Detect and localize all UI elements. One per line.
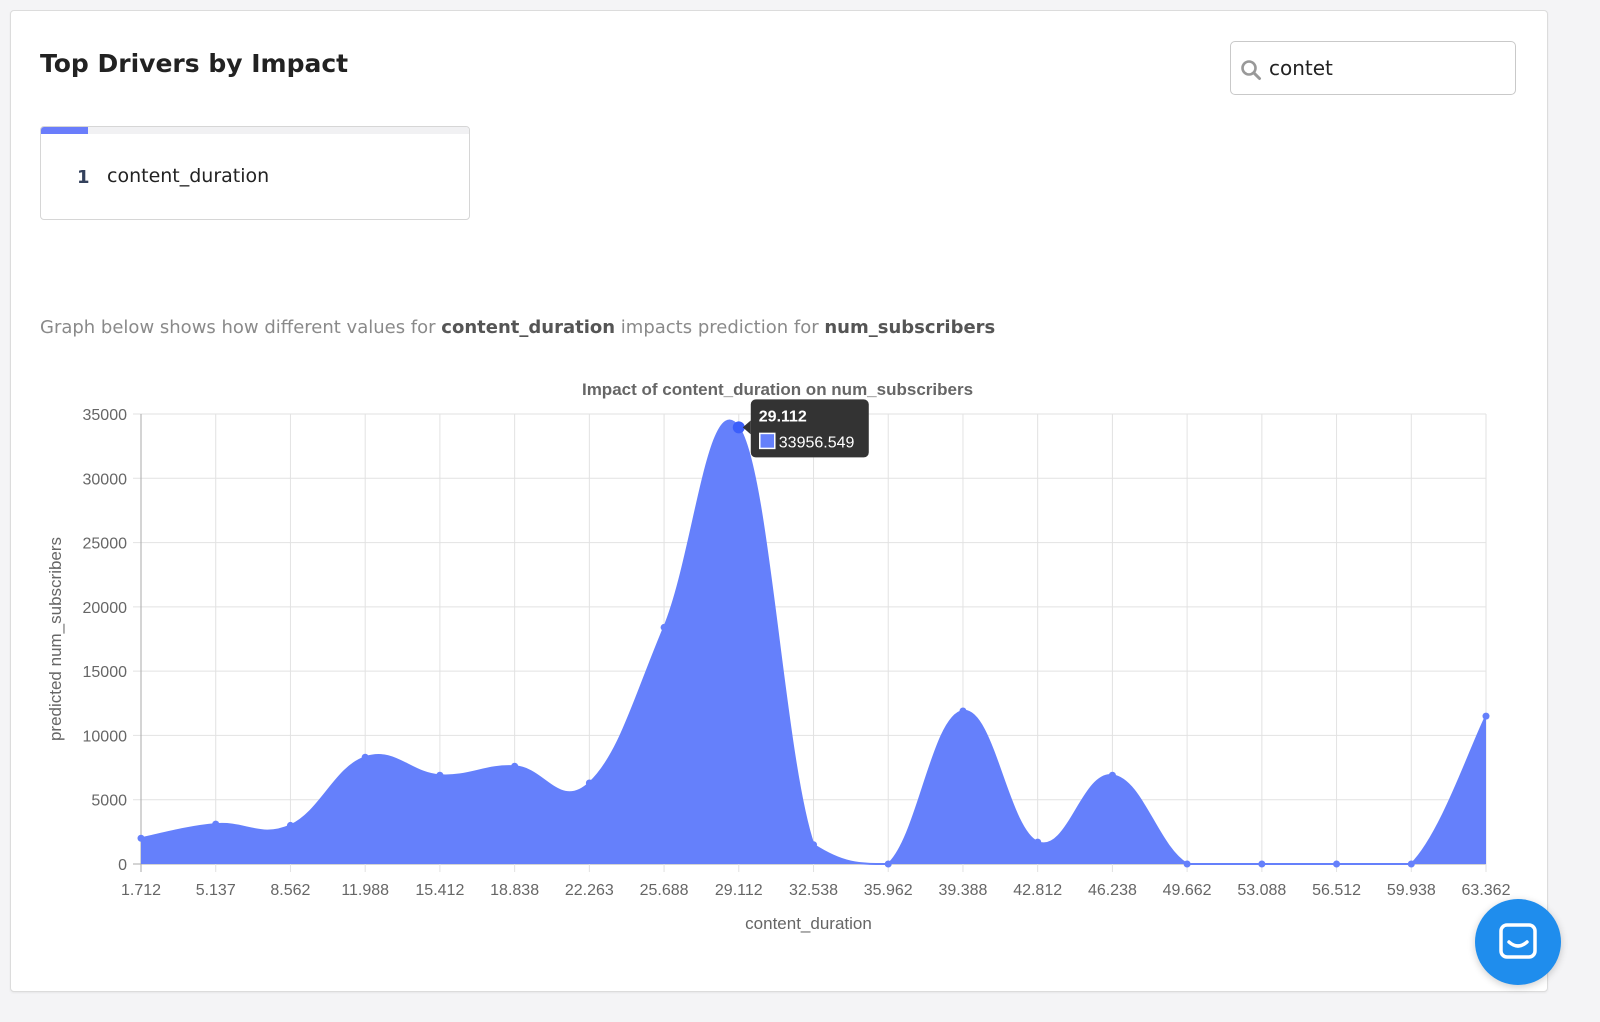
x-tick-label: 56.512 <box>1312 882 1361 899</box>
y-axis-label: predicted num_subscribers <box>46 537 65 741</box>
data-point[interactable] <box>511 762 519 770</box>
y-tick-label: 15000 <box>83 664 128 681</box>
x-tick-label: 1.712 <box>121 882 161 899</box>
data-point[interactable] <box>1034 838 1042 846</box>
y-tick-label: 5000 <box>91 793 127 810</box>
x-axis-label: content_duration <box>745 914 872 933</box>
tooltip-title: 29.112 <box>759 408 807 425</box>
x-tick-label: 59.938 <box>1387 882 1436 899</box>
x-tick-label: 11.988 <box>341 882 389 899</box>
x-tick-label: 8.562 <box>270 882 310 899</box>
data-point[interactable] <box>810 841 818 849</box>
x-tick-label: 49.662 <box>1163 882 1212 899</box>
chat-launcher-button[interactable] <box>1475 899 1561 985</box>
data-point[interactable] <box>361 753 369 761</box>
data-point[interactable] <box>1183 860 1191 868</box>
y-tick-label: 25000 <box>83 536 128 553</box>
tooltip-swatch <box>759 432 776 450</box>
x-tick-label: 22.263 <box>565 882 614 899</box>
y-tick-label: 20000 <box>83 600 128 617</box>
data-point[interactable] <box>1407 860 1415 868</box>
data-point[interactable] <box>1108 771 1116 779</box>
x-tick-label: 63.362 <box>1462 882 1511 899</box>
y-tick-label: 30000 <box>83 471 128 488</box>
data-point[interactable] <box>585 779 593 787</box>
x-tick-label: 15.412 <box>415 882 464 899</box>
data-point[interactable] <box>212 820 220 828</box>
y-tick-label: 35000 <box>83 407 128 424</box>
x-tick-label: 5.137 <box>196 882 236 899</box>
y-tick-label: 10000 <box>83 728 128 745</box>
x-tick-label: 35.962 <box>864 882 913 899</box>
data-point[interactable] <box>286 821 294 829</box>
data-point[interactable] <box>660 623 668 631</box>
data-point[interactable] <box>959 707 967 715</box>
chart-title: Impact of content_duration on num_subscr… <box>582 380 973 399</box>
x-tick-label: 18.838 <box>490 882 539 899</box>
impact-chart: Impact of content_duration on num_subscr… <box>46 380 1511 933</box>
data-point[interactable] <box>1258 860 1266 868</box>
y-tick-label: 0 <box>118 857 127 874</box>
tooltip-caret <box>742 420 751 435</box>
data-point[interactable] <box>1482 712 1490 720</box>
x-tick-label: 29.112 <box>715 882 763 899</box>
data-point[interactable] <box>884 860 892 868</box>
chat-icon <box>1499 923 1537 959</box>
data-point[interactable] <box>1333 860 1341 868</box>
tooltip-value: 33956.549 <box>779 434 855 451</box>
x-tick-label: 32.538 <box>789 882 838 899</box>
x-tick-label: 42.812 <box>1013 882 1062 899</box>
data-point[interactable] <box>436 771 444 779</box>
data-point[interactable] <box>137 834 145 842</box>
x-tick-label: 39.388 <box>938 882 987 899</box>
x-tick-label: 53.088 <box>1237 882 1286 899</box>
x-tick-label: 46.238 <box>1088 882 1137 899</box>
x-tick-label: 25.688 <box>640 882 689 899</box>
